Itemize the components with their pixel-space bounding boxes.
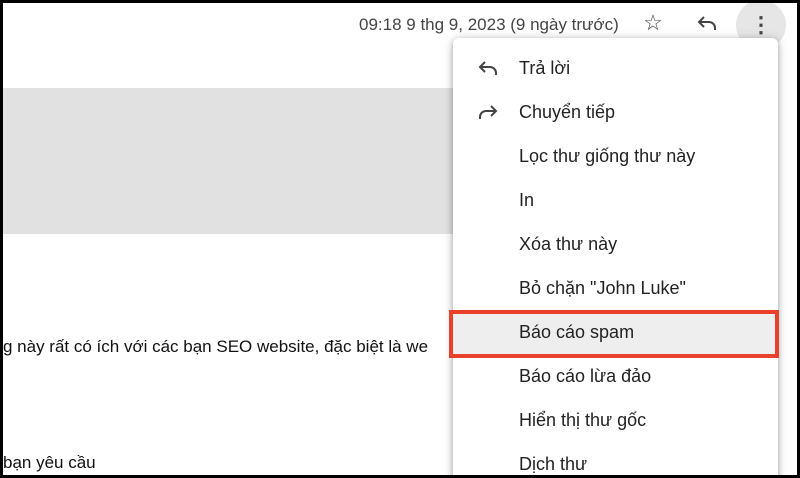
reply-icon[interactable] [693, 9, 721, 37]
menu-item-translate[interactable]: Dịch thư [453, 442, 778, 475]
menu-item-label: Xóa thư này [519, 233, 618, 254]
menu-item-delete[interactable]: Xóa thư này [453, 222, 778, 266]
menu-item-forward[interactable]: Chuyển tiếp [453, 90, 778, 134]
email-banner-image [3, 88, 463, 234]
menu-item-reply[interactable]: Trả lời [453, 46, 778, 90]
email-body-line: bạn yêu cầu [3, 453, 96, 472]
reply-icon [478, 61, 497, 75]
menu-item-label: Lọc thư giống thư này [519, 145, 696, 166]
menu-item-label: Báo cáo lừa đảo [519, 365, 652, 386]
menu-item-label: Hiển thị thư gốc [519, 409, 647, 430]
email-view: 09:18 9 thg 9, 2023 (9 ngày trước) ☆ ⋮ g… [3, 3, 797, 475]
highlight-annotation-box [449, 310, 779, 358]
menu-item-label: Bỏ chặn "John Luke" [519, 277, 686, 298]
menu-item-show-original[interactable]: Hiển thị thư gốc [453, 398, 778, 442]
email-body-line: g này rất có ích với các bạn SEO website… [3, 337, 429, 356]
email-date: 09:18 9 thg 9, 2023 (9 ngày trước) [359, 15, 619, 34]
menu-item-label: Trả lời [519, 57, 571, 78]
menu-item-filter[interactable]: Lọc thư giống thư này [453, 134, 778, 178]
more-options-menu: Trả lời Chuyển tiếp Lọc thư giống thư nà… [453, 38, 778, 475]
menu-item-label: Chuyển tiếp [519, 101, 616, 122]
menu-item-unblock[interactable]: Bỏ chặn "John Luke" [453, 266, 778, 310]
forward-icon [479, 105, 498, 119]
menu-item-label: In [519, 189, 535, 210]
menu-item-print[interactable]: In [453, 178, 778, 222]
menu-item-label: Dịch thư [519, 453, 588, 474]
menu-item-report-phishing[interactable]: Báo cáo lừa đảo [453, 354, 778, 398]
star-icon[interactable]: ☆ [639, 9, 667, 37]
